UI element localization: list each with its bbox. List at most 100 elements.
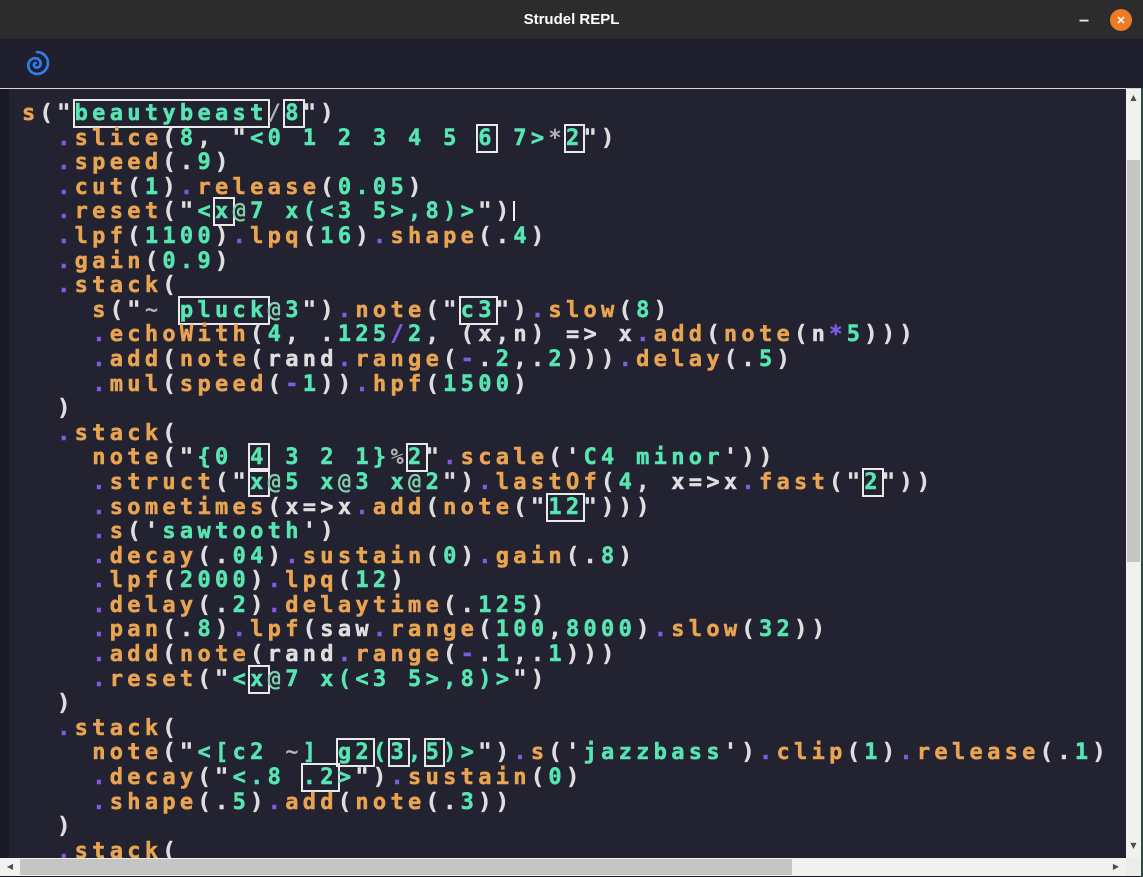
- code-token: rand: [268, 347, 338, 372]
- code-token: .: [92, 642, 110, 667]
- code-token: .: [57, 839, 75, 858]
- code-token: (: [162, 716, 180, 741]
- code-line: .add(note(rand.range(-.2,.2))).delay(.5): [22, 348, 1110, 373]
- code-token: x: [619, 322, 637, 347]
- code-token: (: [127, 224, 145, 249]
- code-token: (: [443, 347, 461, 372]
- highlighted-token: beautybeast: [75, 101, 268, 126]
- horizontal-scrollbar-thumb[interactable]: [20, 859, 792, 875]
- code-token: .: [513, 740, 531, 765]
- code-token: "): [443, 470, 478, 495]
- code-line: .stack(: [22, 840, 1110, 858]
- code-token: [22, 544, 92, 569]
- highlighted-token: x: [215, 199, 233, 224]
- code-token: ): [22, 691, 75, 716]
- highlighted-token: pluck: [180, 298, 268, 323]
- code-token: (.: [162, 150, 197, 175]
- code-token: (": [197, 667, 232, 692]
- code-token: (.: [724, 347, 759, 372]
- vertical-scrollbar[interactable]: ▲ ▼: [1126, 89, 1141, 858]
- code-token: [22, 839, 57, 858]
- strudel-repl-window: Strudel REPL – ✕ s (" beautybeast/ 8 ") .sli…: [0, 0, 1143, 877]
- code-token: (.: [197, 593, 232, 618]
- code-token: (: [338, 568, 356, 593]
- code-token: x: [285, 495, 303, 520]
- code-token: ,: [636, 470, 671, 495]
- code-token: [22, 249, 57, 274]
- code-token: 8: [636, 298, 654, 323]
- minimize-button[interactable]: –: [1071, 0, 1097, 40]
- code-token: sustain: [303, 544, 426, 569]
- code-token: cut: [75, 175, 128, 200]
- code-editor[interactable]: s (" beautybeast/ 8 ") .slice(8, "<0 1 2 3 4…: [9, 89, 1126, 858]
- code-token: [22, 519, 92, 544]
- title-bar: Strudel REPL – ✕: [0, 0, 1143, 40]
- code-token: @: [408, 470, 426, 495]
- code-line: .slice(8, "<0 1 2 3 4 5 6 7>*2"): [22, 127, 1110, 152]
- code-token: range: [355, 347, 443, 372]
- code-token: )): [794, 617, 829, 642]
- code-token: [22, 765, 92, 790]
- code-token: add: [110, 642, 163, 667]
- code-token: x: [478, 322, 496, 347]
- code-token: gain: [75, 249, 145, 274]
- code-line: .mul(speed(-1)).hpf(1500): [22, 373, 1110, 398]
- code-token: (: [162, 568, 180, 593]
- code-token: ,: [408, 740, 426, 765]
- code-token: 8: [601, 544, 619, 569]
- code-token: 1: [303, 372, 321, 397]
- code-token: (: [303, 224, 321, 249]
- code-line: .stack(: [22, 422, 1110, 447]
- scroll-right-icon[interactable]: ▶: [1110, 863, 1122, 871]
- code-token: [22, 322, 92, 347]
- horizontal-scrollbar[interactable]: ◀ ▶: [0, 858, 1126, 876]
- code-token: s: [92, 298, 110, 323]
- code-token: /: [268, 101, 286, 126]
- code-token: (': [548, 740, 583, 765]
- code-token: (: [531, 765, 549, 790]
- code-token: decay: [110, 765, 198, 790]
- code-token: lpf: [110, 568, 163, 593]
- vertical-scrollbar-thumb[interactable]: [1127, 160, 1140, 562]
- code-line: .lpf(2000).lpq(12): [22, 569, 1110, 594]
- code-token: .: [57, 126, 75, 151]
- code-token: ): [461, 544, 479, 569]
- code-token: .: [478, 544, 496, 569]
- code-token: (": [162, 740, 197, 765]
- highlighted-token: 6: [478, 126, 496, 151]
- code-token: ): [1092, 740, 1110, 765]
- code-token: add: [654, 322, 707, 347]
- scroll-down-icon[interactable]: ▼: [1126, 842, 1141, 850]
- code-token: .: [741, 470, 759, 495]
- code-token: ): [531, 593, 549, 618]
- code-token: shape: [390, 224, 478, 249]
- code-token: note: [724, 322, 794, 347]
- code-token: >: [338, 765, 356, 790]
- code-line: ): [22, 397, 1110, 422]
- strudel-logo-icon[interactable]: [23, 49, 51, 77]
- code-token: 1100: [145, 224, 215, 249]
- code-token: .: [478, 642, 496, 667]
- code-token: 32: [759, 617, 794, 642]
- code-token: (: [741, 617, 759, 642]
- code-token: .: [92, 347, 110, 372]
- code-token: 1: [864, 740, 882, 765]
- code-line: .speed(.9): [22, 151, 1110, 176]
- code-token: (: [443, 642, 461, 667]
- scroll-left-icon[interactable]: ◀: [4, 863, 16, 871]
- code-token: @: [268, 298, 286, 323]
- code-token: ): [250, 790, 268, 815]
- code-token: (.: [197, 790, 232, 815]
- code-token: .: [57, 421, 75, 446]
- code-token: mul: [110, 372, 163, 397]
- scroll-up-icon[interactable]: ▲: [1126, 94, 1141, 102]
- code-token: .: [92, 667, 110, 692]
- code-token: "): [478, 740, 513, 765]
- code-token: ")): [882, 470, 935, 495]
- code-token: (: [162, 273, 180, 298]
- code-token: ): [215, 617, 233, 642]
- code-token: .: [57, 273, 75, 298]
- code-token: (: [426, 544, 444, 569]
- code-token: (': [127, 519, 162, 544]
- close-button[interactable]: ✕: [1110, 9, 1132, 31]
